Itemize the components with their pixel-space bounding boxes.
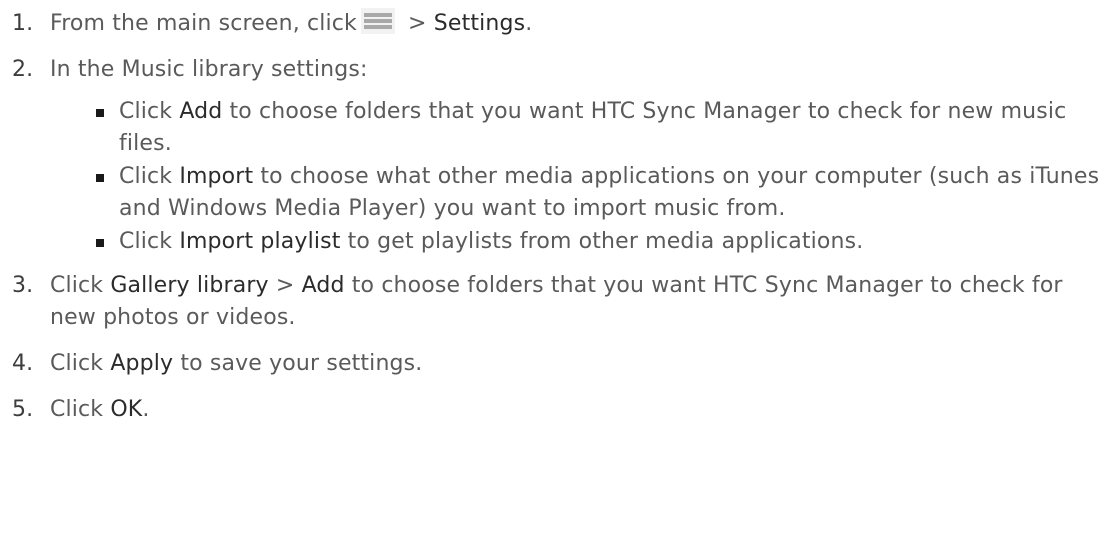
bullet-text: to choose folders that you want HTC Sync… xyxy=(119,99,1067,156)
bullet-text: Click xyxy=(119,99,180,124)
bullet-text: to get playlists from other media applic… xyxy=(340,229,864,254)
gallery-library-keyword: Gallery library xyxy=(110,273,269,298)
step-text: Click xyxy=(50,351,111,376)
step-number: 5. xyxy=(12,397,34,422)
step-1: 1. From the main screen, click > Setting… xyxy=(0,8,1109,40)
import-keyword: Import xyxy=(179,164,254,189)
settings-keyword: Settings xyxy=(433,11,526,36)
add-keyword: Add xyxy=(179,99,223,124)
step-4: 4. Click Apply to save your settings. xyxy=(0,348,1109,380)
step-punctuation: . xyxy=(525,11,533,36)
step-text: From the main screen, click xyxy=(50,11,357,36)
bullet-square-icon xyxy=(96,174,104,182)
bullet-import-playlist: Click Import playlist to get playlists f… xyxy=(0,226,1109,258)
bullet-add: Click Add to choose folders that you wan… xyxy=(0,96,1109,160)
bullet-text: Click xyxy=(119,229,180,254)
step-5: 5. Click OK. xyxy=(0,394,1109,426)
step-2: 2. In the Music library settings: xyxy=(0,54,1109,86)
bullet-square-icon xyxy=(96,239,104,247)
bullet-text: Click xyxy=(119,164,180,189)
step-number: 1. xyxy=(12,11,34,36)
bullet-import: Click Import to choose what other media … xyxy=(0,161,1109,225)
step-text: Click xyxy=(50,273,111,298)
step-number: 4. xyxy=(12,351,34,376)
instructions-document: 1. From the main screen, click > Setting… xyxy=(0,0,1109,535)
step-number: 2. xyxy=(12,57,34,82)
step-text: Click xyxy=(50,397,111,422)
bullet-square-icon xyxy=(96,109,104,117)
add-keyword: Add xyxy=(301,273,345,298)
step-punctuation: . xyxy=(142,397,150,422)
step-3: 3. Click Gallery library > Add to choose… xyxy=(0,270,1109,334)
step-number: 3. xyxy=(12,273,34,298)
step-separator: > xyxy=(400,11,434,36)
apply-keyword: Apply xyxy=(110,351,174,376)
step-separator: > xyxy=(268,273,302,298)
music-library-bullets: Click Add to choose folders that you wan… xyxy=(0,96,1109,258)
import-playlist-keyword: Import playlist xyxy=(179,229,341,254)
bullet-text: to choose what other media applications … xyxy=(119,164,1100,221)
step-text: to save your settings. xyxy=(173,351,423,376)
ok-keyword: OK xyxy=(110,397,143,422)
hamburger-menu-icon xyxy=(360,8,395,34)
step-text: In the Music library settings: xyxy=(50,57,368,82)
